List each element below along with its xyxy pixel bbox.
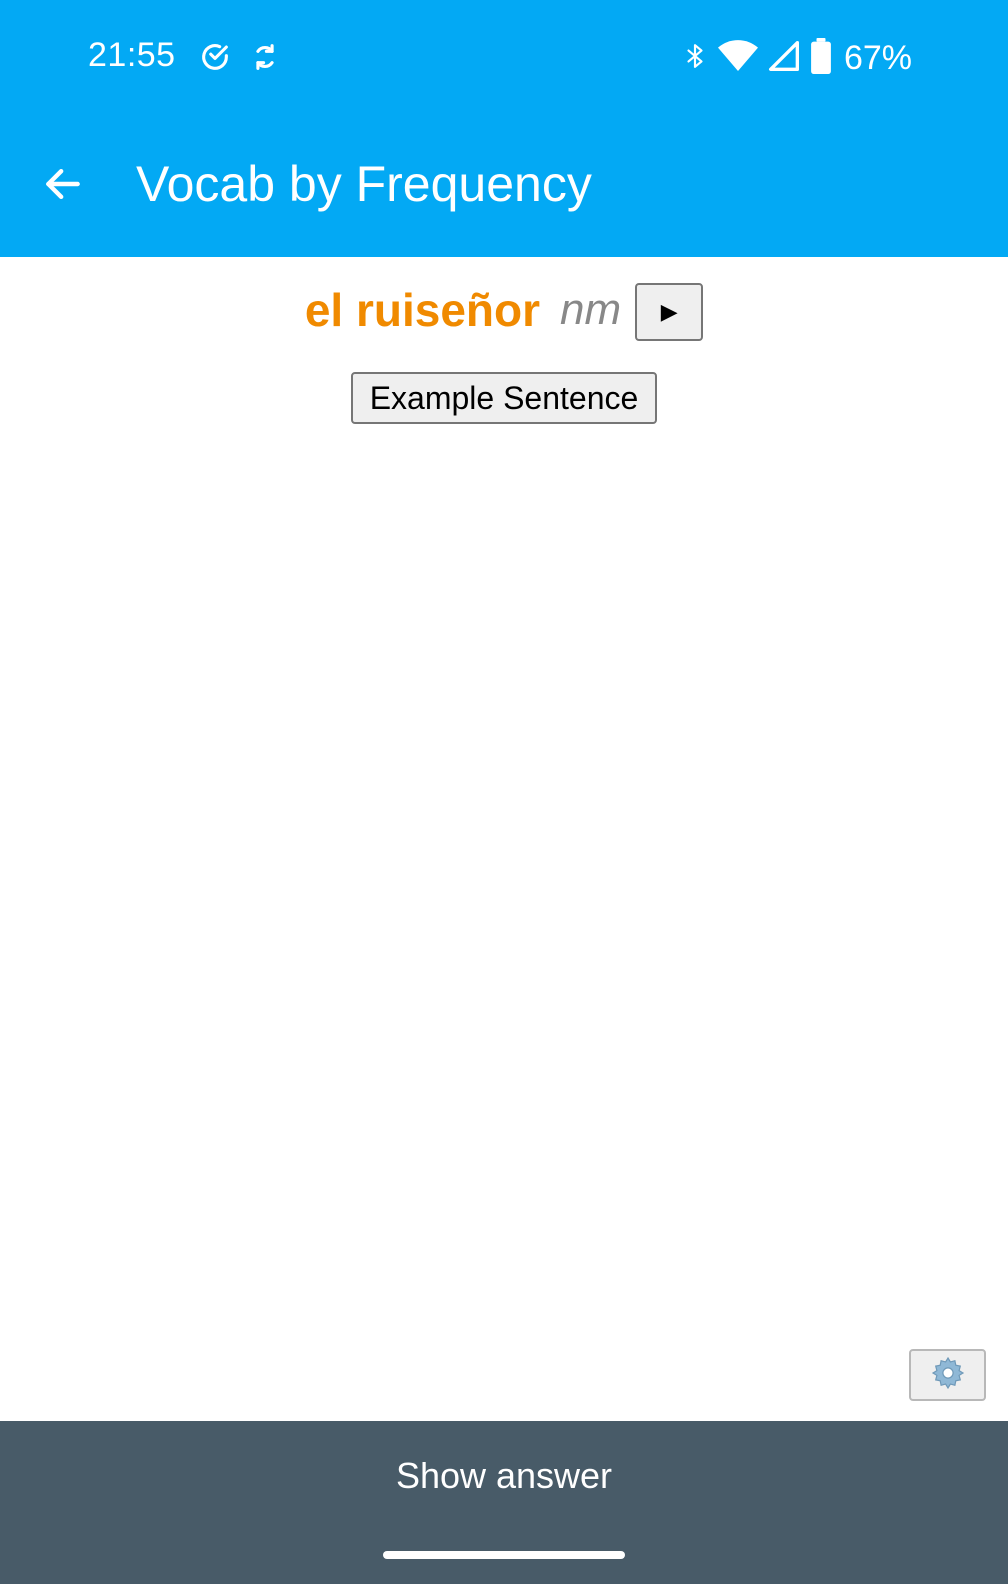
flashcard: el ruiseñor nm ▶ Example Sentence [0, 257, 1008, 1421]
word-row: el ruiseñor nm ▶ [0, 281, 1008, 341]
vocab-word: el ruiseñor [304, 284, 541, 336]
part-of-speech: nm [560, 285, 622, 334]
play-audio-button[interactable]: ▶ [635, 283, 704, 341]
settings-button[interactable] [909, 1349, 986, 1401]
sync-icon [248, 40, 282, 74]
battery-icon [810, 37, 832, 79]
show-answer-button[interactable]: Show answer [0, 1421, 1008, 1531]
battery-percentage: 67% [843, 38, 912, 77]
bottom-bar: Show answer [0, 1421, 1008, 1584]
arrow-left-icon [41, 162, 85, 211]
check-circle-icon [198, 40, 232, 74]
app-title: Vocab by Frequency [136, 156, 592, 212]
cellular-signal-icon [768, 39, 800, 78]
back-button[interactable] [30, 153, 96, 219]
example-sentence-button[interactable]: Example Sentence [351, 372, 657, 424]
status-time: 21:55 [88, 36, 176, 74]
status-right-group: 67% [682, 36, 912, 80]
wifi-icon [717, 39, 758, 78]
bluetooth-icon [682, 39, 708, 78]
home-indicator[interactable] [383, 1551, 625, 1559]
app-bar: Vocab by Frequency [0, 115, 1008, 257]
gear-icon [930, 1355, 966, 1396]
status-bar: 21:55 67% [0, 0, 1008, 115]
play-icon: ▶ [660, 299, 678, 324]
